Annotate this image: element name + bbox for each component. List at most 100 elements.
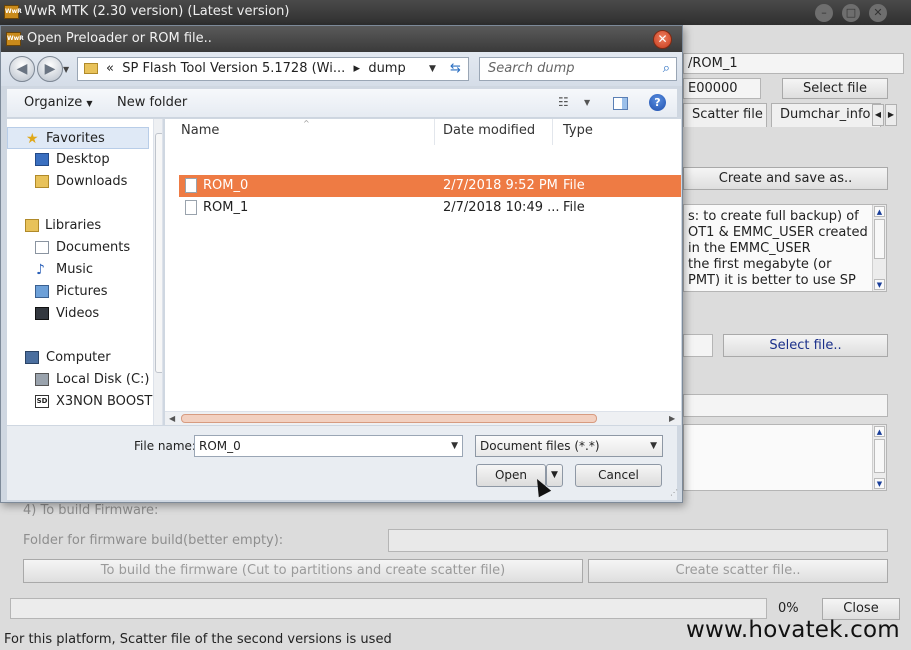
view-dropdown-icon[interactable]: ▼ — [584, 98, 590, 107]
nav-label: Documents — [56, 240, 131, 255]
navigation-row: ◀ ▶ ▼ « SP Flash Tool Version 5.1728 (Wi… — [1, 52, 682, 86]
refresh-icon[interactable]: ⇆ — [450, 58, 461, 80]
file-type-select[interactable]: Document files (*.*) ▼ — [475, 435, 663, 457]
tab-scatter-file[interactable]: Scatter file — [683, 103, 767, 127]
nav-item-computer[interactable]: Computer — [7, 347, 149, 369]
column-header-type[interactable]: Type — [551, 119, 681, 145]
file-date: 2/7/2018 10:49 ... — [443, 200, 560, 215]
file-row-rom-0[interactable]: ROM_0 2/7/2018 9:52 PM File — [179, 175, 681, 197]
nav-item-local-disk[interactable]: Local Disk (C:) — [7, 369, 149, 391]
nav-label: Downloads — [56, 174, 128, 189]
hex-address-field[interactable]: E00000 — [683, 78, 761, 99]
preview-pane-icon[interactable] — [613, 97, 628, 110]
minimize-button[interactable]: – — [815, 4, 833, 22]
scroll-down-icon[interactable]: ▼ — [874, 478, 885, 489]
tab-dumchar-info[interactable]: Dumchar_info — [771, 103, 881, 127]
create-and-save-button[interactable]: Create and save as.. — [683, 167, 888, 190]
dialog-close-icon[interactable]: ✕ — [653, 30, 672, 49]
search-icon[interactable]: ⌕ — [663, 58, 670, 80]
info-line: the first megabyte (or — [688, 257, 832, 272]
downloads-folder-icon — [35, 175, 49, 188]
scroll-right-icon[interactable]: ▶ — [669, 412, 675, 425]
help-icon[interactable]: ? — [649, 94, 666, 111]
desktop-icon — [35, 153, 49, 166]
watermark-text: www.hovatek.com — [686, 617, 900, 643]
progress-percent: 0% — [778, 601, 799, 616]
tab-scroll-left-icon[interactable]: ◀ — [872, 104, 884, 126]
select-file-2-button[interactable]: Select file.. — [723, 334, 888, 357]
new-folder-button[interactable]: New folder — [117, 89, 187, 117]
sd-card-icon: SD — [35, 395, 49, 408]
nav-label: Music — [56, 262, 93, 277]
nav-scrollbar[interactable] — [153, 119, 162, 425]
breadcrumb: « SP Flash Tool Version 5.1728 (Wi... ▸ … — [106, 58, 406, 80]
open-split-dropdown-icon[interactable]: ▼ — [546, 464, 563, 487]
output-path-field[interactable] — [683, 394, 888, 417]
scroll-down-icon[interactable]: ▼ — [874, 279, 885, 290]
organize-label: Organize — [24, 95, 83, 110]
file-name: ROM_0 — [203, 178, 249, 193]
maximize-button[interactable]: □ — [842, 4, 860, 22]
info-scrollbar[interactable]: ▲ ▼ — [872, 205, 886, 291]
path-input-field[interactable] — [683, 334, 713, 357]
info-line: s: to create full backup) of — [688, 209, 859, 224]
section-build-firmware-title: 4) To build Firmware: — [23, 503, 159, 518]
file-name-dropdown-icon[interactable]: ▼ — [451, 436, 458, 456]
nav-item-documents[interactable]: Documents — [7, 237, 149, 259]
libraries-icon — [25, 219, 39, 232]
file-row-rom-1[interactable]: ROM_1 2/7/2018 10:49 ... File — [179, 197, 681, 219]
breadcrumb-separator-icon[interactable]: ▸ — [354, 61, 361, 76]
rom-path-field[interactable]: /ROM_1 — [683, 53, 904, 74]
select-file-button[interactable]: Select file — [782, 78, 888, 99]
status-text: For this platform, Scatter file of the s… — [4, 632, 392, 647]
file-type-dropdown-icon[interactable]: ▼ — [650, 436, 657, 456]
back-arrow-icon[interactable]: ◀ — [9, 56, 35, 82]
nav-item-videos[interactable]: Videos — [7, 303, 149, 325]
nav-scroll-thumb[interactable] — [155, 133, 162, 373]
nav-item-pictures[interactable]: Pictures — [7, 281, 149, 303]
close-window-button[interactable]: ✕ — [869, 4, 887, 22]
recent-locations-chevron-icon[interactable]: ▼ — [63, 65, 69, 74]
tab-scroll-right-icon[interactable]: ▶ — [885, 104, 897, 126]
scroll-thumb[interactable] — [874, 219, 885, 259]
nav-item-libraries[interactable]: Libraries — [7, 215, 149, 237]
log-box: ▲ ▼ — [683, 424, 887, 491]
nav-item-music[interactable]: ♪ Music — [7, 259, 149, 281]
file-date: 2/7/2018 9:52 PM — [443, 178, 558, 193]
file-name-input[interactable]: ROM_0 ▼ — [194, 435, 463, 457]
folder-icon — [84, 63, 98, 74]
nav-item-x3non-boost[interactable]: SD X3NON BOOST — [7, 391, 152, 413]
nav-item-downloads[interactable]: Downloads — [7, 171, 149, 193]
scroll-up-icon[interactable]: ▲ — [874, 206, 885, 217]
scroll-left-icon[interactable]: ◀ — [169, 412, 175, 425]
computer-icon — [25, 351, 39, 364]
view-options-icon[interactable]: ☷ — [558, 95, 569, 109]
organize-button[interactable]: Organize ▼ — [24, 89, 93, 118]
forward-arrow-icon[interactable]: ▶ — [37, 56, 63, 82]
log-scrollbar[interactable]: ▲ ▼ — [872, 425, 886, 490]
firmware-folder-input[interactable] — [388, 529, 888, 552]
chevron-down-icon: ▼ — [86, 99, 93, 108]
resize-grip-icon[interactable]: ⋰ — [670, 488, 678, 497]
file-list-hscrollbar[interactable]: ◀ ▶ — [165, 411, 681, 425]
file-icon — [185, 200, 197, 215]
address-dropdown-icon[interactable]: ▼ — [429, 58, 436, 80]
nav-label: Pictures — [56, 284, 108, 299]
breadcrumb-item[interactable]: SP Flash Tool Version 5.1728 (Wi... — [122, 61, 345, 76]
breadcrumb-overflow[interactable]: « — [106, 61, 114, 76]
scroll-thumb[interactable] — [874, 439, 885, 473]
breadcrumb-item[interactable]: dump — [368, 61, 405, 76]
hscroll-thumb[interactable] — [181, 414, 597, 423]
scroll-up-icon[interactable]: ▲ — [874, 426, 885, 437]
column-header-name[interactable]: Name — [169, 119, 435, 145]
column-header-date[interactable]: Date modified — [431, 119, 553, 145]
build-firmware-button[interactable]: To build the firmware (Cut to partitions… — [23, 559, 583, 583]
cancel-button[interactable]: Cancel — [575, 464, 662, 487]
nav-label: Videos — [56, 306, 100, 321]
search-input[interactable]: Search dump ⌕ — [479, 57, 677, 81]
address-bar[interactable]: « SP Flash Tool Version 5.1728 (Wi... ▸ … — [77, 57, 469, 81]
create-scatter-file-button[interactable]: Create scatter file.. — [588, 559, 888, 583]
nav-item-favorites[interactable]: ★ Favorites — [7, 127, 149, 149]
main-titlebar: WwR WwR MTK (2.30 version) (Latest versi… — [0, 0, 911, 25]
nav-item-desktop[interactable]: Desktop — [7, 149, 149, 171]
